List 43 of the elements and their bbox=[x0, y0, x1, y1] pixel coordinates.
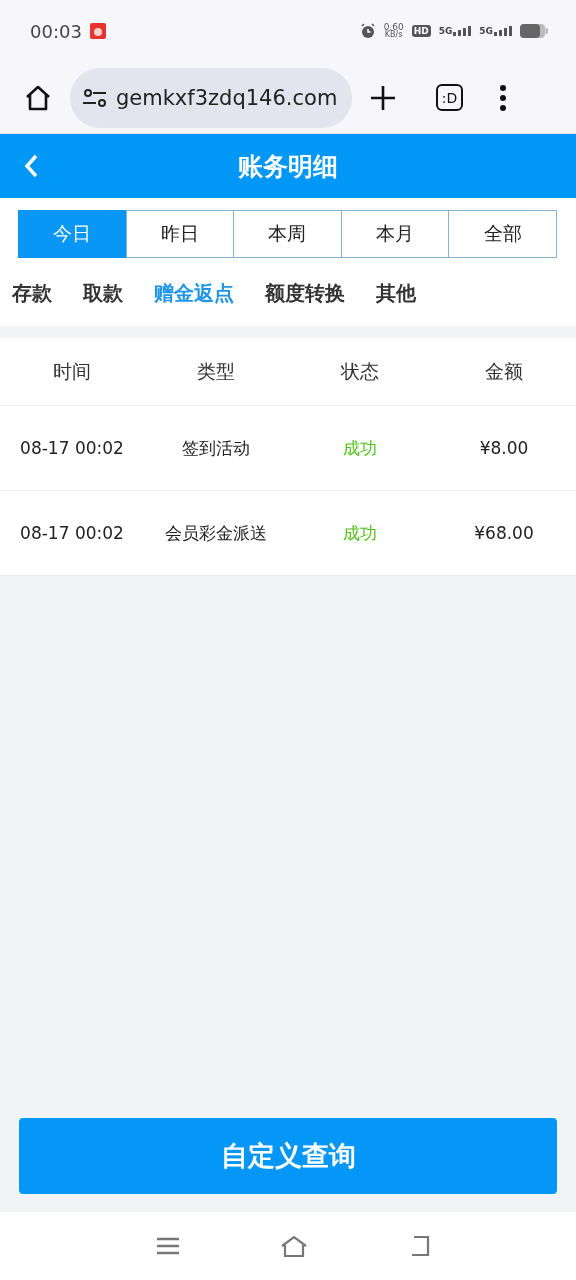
app-notification-icon bbox=[89, 23, 106, 39]
page-title: 账务明细 bbox=[238, 150, 338, 183]
home-icon[interactable] bbox=[280, 1235, 308, 1257]
signal-icon bbox=[494, 26, 512, 36]
table-cell-text: 签到活动 bbox=[181, 436, 251, 460]
address-bar[interactable]: gemkxf3zdq146.com bbox=[70, 67, 352, 128]
plus-icon bbox=[370, 84, 396, 111]
column-header: 类型 bbox=[196, 358, 236, 384]
back-button[interactable] bbox=[24, 154, 38, 178]
category-tab[interactable]: 其他 bbox=[376, 272, 416, 314]
site-settings-icon bbox=[82, 86, 108, 109]
tabs-button[interactable]: :D bbox=[436, 84, 463, 111]
battery-icon bbox=[520, 24, 548, 38]
network-type: 5G bbox=[438, 26, 453, 36]
network-speed: 0.60 bbox=[383, 23, 404, 31]
table-cell-text: ¥8.00 bbox=[478, 438, 530, 458]
category-tab[interactable]: 存款 bbox=[12, 272, 52, 314]
period-tab[interactable]: 昨日 bbox=[125, 210, 235, 258]
url-text: gemkxf3zdq146.com bbox=[116, 85, 338, 110]
alarm-icon bbox=[359, 23, 376, 39]
period-tab[interactable]: 本周 bbox=[233, 210, 342, 258]
table-cell-text: 08-17 00:02 bbox=[19, 438, 125, 458]
menu-icon[interactable] bbox=[156, 1237, 180, 1255]
signal-icon bbox=[453, 26, 472, 36]
table-cell-text: 会员彩金派送 bbox=[164, 521, 268, 545]
back-icon bbox=[24, 154, 38, 178]
hd-badge: HD bbox=[411, 25, 431, 37]
status-cell-text: 成功 bbox=[342, 436, 378, 460]
network-type: 5G bbox=[479, 26, 493, 36]
period-tab[interactable]: 全部 bbox=[448, 210, 557, 258]
category-tab[interactable]: 取款 bbox=[83, 272, 123, 314]
category-tab[interactable]: 额度转换 bbox=[265, 272, 345, 314]
clock-time: 00:03 bbox=[30, 20, 82, 42]
status-cell-text: 成功 bbox=[342, 521, 378, 545]
home-icon bbox=[24, 83, 52, 112]
column-header: 金额 bbox=[484, 358, 524, 384]
table-cell-text: 08-17 00:02 bbox=[19, 523, 125, 543]
column-header: 时间 bbox=[52, 358, 92, 384]
more-icon bbox=[499, 84, 507, 111]
speed-unit: KB/s bbox=[384, 31, 403, 39]
table-cell-text: ¥68.00 bbox=[473, 523, 535, 543]
period-tab[interactable]: 本月 bbox=[340, 210, 450, 258]
column-header: 状态 bbox=[340, 358, 380, 384]
